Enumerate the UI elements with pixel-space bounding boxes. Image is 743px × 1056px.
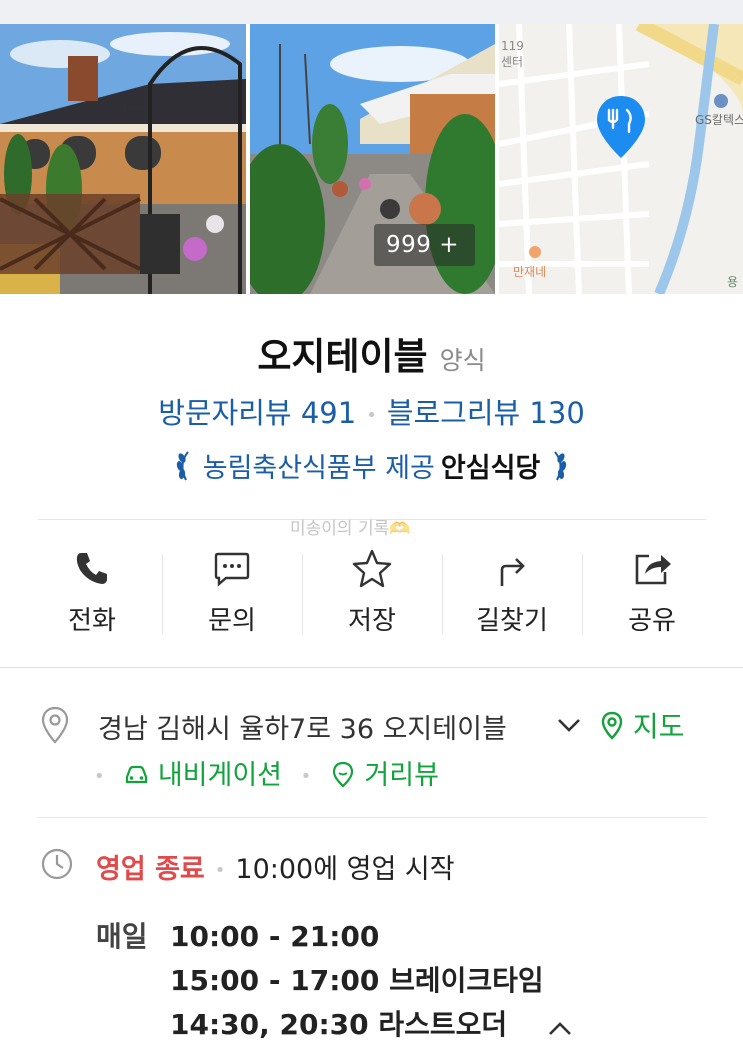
directions-button[interactable]: 길찾기 — [442, 540, 582, 640]
separator-dot: • — [94, 766, 105, 787]
blog-review-link[interactable]: 블로그리뷰 130 — [387, 396, 585, 430]
navigation-label: 내비게이션 — [157, 760, 283, 791]
chevron-down-icon[interactable] — [556, 711, 582, 742]
break-time-row: 15:00 - 17:00 브레이크타임 — [170, 959, 544, 999]
save-button[interactable]: 저장 — [302, 540, 442, 640]
break-time: 15:00 - 17:00 브레이크타임 — [170, 964, 544, 997]
star-icon — [351, 548, 393, 592]
location-pin-icon — [40, 705, 70, 752]
section-divider — [0, 667, 743, 668]
closed-status: 영업 종료 — [96, 854, 205, 885]
separator-dot: • — [366, 404, 377, 426]
streetview-link[interactable]: 거리뷰 — [330, 760, 439, 791]
laurel-left-icon — [174, 450, 194, 489]
action-bar: 전화 문의 저장 길찾기 공유 — [22, 540, 722, 640]
map-pin-icon — [601, 711, 623, 740]
open-hours: 10:00 - 21:00 — [170, 920, 380, 953]
place-title-row: 오지테이블 양식 — [0, 326, 743, 380]
map-label: 센터 — [501, 55, 523, 69]
certification-provider: 농림축산식품부 제공 — [202, 453, 435, 484]
separator-dot: • — [300, 766, 312, 787]
inquiry-label: 문의 — [208, 606, 256, 636]
streetview-label: 거리뷰 — [364, 760, 439, 791]
phone-icon — [72, 548, 112, 592]
directions-icon — [492, 548, 532, 592]
address-text: 경남 김해시 율하7로 36 오지테이블 — [98, 714, 507, 745]
map-label: 용 — [727, 275, 738, 289]
photo-gallery[interactable]: aussie table 999 + 119 센터 GS칼텍스 만재네 용 — [0, 24, 743, 294]
sign-text: aussie table — [92, 103, 147, 113]
car-icon — [126, 765, 148, 784]
save-label: 저장 — [348, 606, 396, 636]
share-button[interactable]: 공유 — [582, 540, 722, 640]
last-order-row: 14:30, 20:30 라스트오더 — [170, 1003, 507, 1043]
share-icon — [631, 548, 673, 592]
laurel-right-icon — [549, 450, 569, 489]
streetview-pin-icon — [332, 761, 353, 788]
storefront-photo[interactable]: aussie table — [0, 24, 246, 294]
garden-photo[interactable]: 999 + — [250, 24, 495, 294]
review-counts: 방문자리뷰 491 • 블로그리뷰 130 — [0, 390, 743, 432]
next-open-text: 10:00에 영업 시작 — [235, 854, 455, 885]
watermark: 미송이의 기록🫶 — [290, 519, 411, 539]
inquiry-button[interactable]: 문의 — [162, 540, 302, 640]
section-divider — [38, 817, 706, 818]
schedule-row: 매일 10:00 - 21:00 — [96, 915, 379, 955]
map-thumbnail[interactable]: 119 센터 GS칼텍스 만재네 용 — [499, 24, 743, 294]
map-label: GS칼텍스 — [695, 113, 743, 127]
call-button[interactable]: 전화 — [22, 540, 162, 640]
safe-restaurant-certification[interactable]: 농림축산식품부 제공 안심식당 — [0, 446, 743, 489]
last-order: 14:30, 20:30 라스트오더 — [170, 1008, 508, 1041]
map-label: 만재네 — [513, 265, 546, 279]
visitor-review-link[interactable]: 방문자리뷰 491 — [158, 396, 356, 430]
status-bar — [0, 0, 743, 24]
schedule-day: 매일 — [96, 920, 148, 953]
map-link-label: 지도 — [632, 710, 685, 743]
clock-icon — [40, 847, 74, 885]
chat-icon — [212, 548, 252, 592]
place-category: 양식 — [439, 346, 486, 375]
chevron-up-icon[interactable] — [546, 1019, 574, 1043]
separator-dot: • — [214, 860, 226, 881]
map-link[interactable]: 지도 — [600, 705, 684, 745]
call-label: 전화 — [68, 606, 116, 636]
directions-label: 길찾기 — [476, 606, 548, 636]
certification-badge: 안심식당 — [440, 453, 541, 484]
share-label: 공유 — [628, 606, 676, 636]
photo-count-badge[interactable]: 999 + — [374, 224, 475, 266]
navigation-link[interactable]: 내비게이션 — [123, 760, 290, 791]
place-name: 오지테이블 — [257, 335, 428, 378]
map-label: 119 — [501, 39, 524, 53]
business-status[interactable]: 영업 종료 • 10:00에 영업 시작 — [96, 847, 455, 886]
